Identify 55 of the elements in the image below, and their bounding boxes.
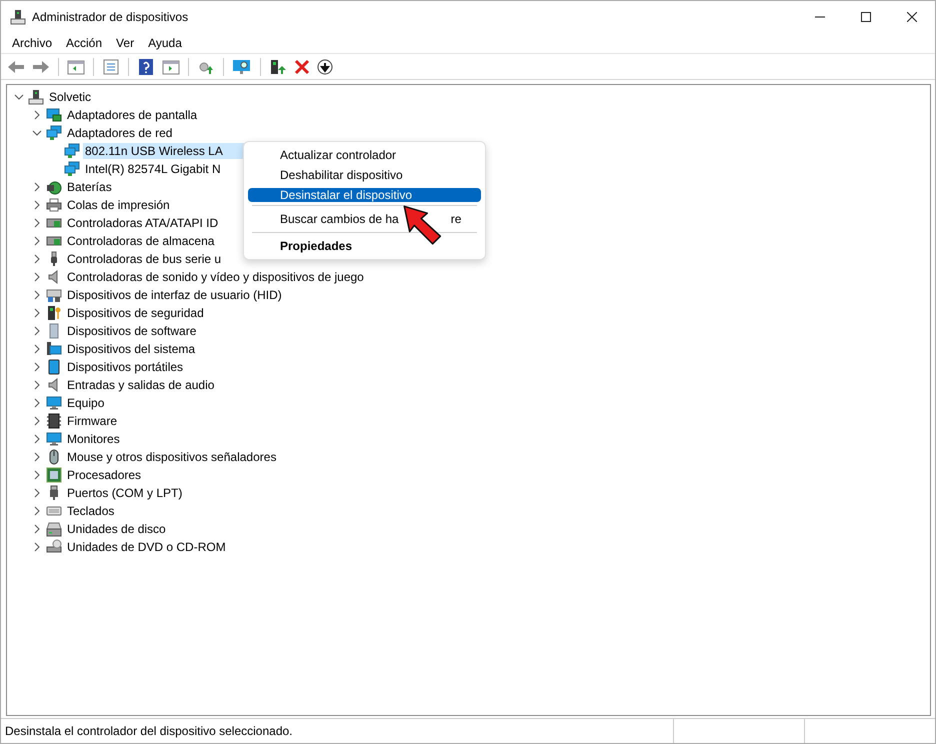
tree-item[interactable]: Solvetic <box>47 89 94 105</box>
computer-icon <box>46 341 62 357</box>
menu-item[interactable]: Ver <box>109 36 142 50</box>
status-text: Desinstala el controlador del dispositivo seleccionado. <box>4 724 294 738</box>
network-icon <box>64 143 80 159</box>
tree-item[interactable]: Firmware <box>65 413 119 429</box>
tree-item[interactable]: Baterías <box>65 179 114 195</box>
tree-item[interactable]: Adaptadores de pantalla <box>65 107 200 123</box>
tree-item[interactable]: Dispositivos de software <box>65 323 198 339</box>
joystick-keyboard-icon <box>46 287 62 303</box>
maximize-icon <box>861 12 871 22</box>
menu-item[interactable]: Propiedades <box>248 236 481 256</box>
tree-item[interactable]: Controladoras de bus serie u <box>65 251 224 267</box>
tree-item[interactable]: Puertos (COM y LPT) <box>65 485 184 501</box>
tree-item[interactable]: Dispositivos de interfaz de usuario (HID) <box>65 287 284 303</box>
tree-item[interactable]: Dispositivos de seguridad <box>65 305 206 321</box>
tree-item[interactable]: Adaptadores de red <box>65 125 174 141</box>
tower-key-icon <box>46 305 62 321</box>
tree-item[interactable]: Equipo <box>65 395 106 411</box>
window-title: Administrador de dispositivos <box>32 10 190 24</box>
menu-item[interactable]: Desinstalar el dispositivo <box>248 188 481 202</box>
tree-item[interactable]: Monitores <box>65 431 122 447</box>
tree-item[interactable]: Colas de impresión <box>65 197 172 213</box>
menu-item[interactable]: Buscar cambios de ha re <box>248 209 481 229</box>
menu-item[interactable]: Archivo <box>5 36 60 50</box>
printer-icon <box>46 197 62 213</box>
tree-item[interactable]: Entradas y salidas de audio <box>65 377 216 393</box>
tree-item[interactable]: Mouse y otros dispositivos señaladores <box>65 449 278 465</box>
tree-item[interactable]: Teclados <box>65 503 116 519</box>
close-icon <box>907 12 917 22</box>
tree-item[interactable]: Unidades de disco <box>65 521 168 537</box>
menu-item[interactable]: Deshabilitar dispositivo <box>248 165 481 185</box>
computer-tower-icon <box>10 9 26 25</box>
tablet-icon <box>46 359 62 375</box>
tree-item[interactable]: Unidades de DVD o CD-ROM <box>65 539 228 555</box>
tree-item[interactable]: Dispositivos portátiles <box>65 359 186 375</box>
disk-drive-icon <box>46 521 62 537</box>
processor-icon <box>46 467 62 483</box>
menu-item[interactable]: Ayuda <box>141 36 189 50</box>
tree-item[interactable]: Procesadores <box>65 467 144 483</box>
battery-icon <box>46 179 62 195</box>
optical-drive-icon <box>46 539 62 555</box>
network-icon <box>64 161 80 177</box>
computer-tower-icon <box>28 89 44 105</box>
monitor-card-icon <box>46 107 62 123</box>
chip-icon <box>46 413 62 429</box>
monitor-icon <box>46 431 62 447</box>
monitor-icon <box>46 395 62 411</box>
tree-item[interactable]: Controladoras de almacena <box>65 233 216 249</box>
tree-item[interactable]: Controladoras ATA/ATAPI ID <box>65 215 220 231</box>
tree-item[interactable]: Controladoras de sonido y vídeo y dispositivos de juego <box>65 269 366 285</box>
network-icon <box>46 125 62 141</box>
tree-item[interactable]: Intel(R) 82574L Gigabit N <box>83 161 223 177</box>
tree-item[interactable]: Dispositivos del sistema <box>65 341 198 357</box>
menu-item[interactable]: Acción <box>59 36 110 50</box>
